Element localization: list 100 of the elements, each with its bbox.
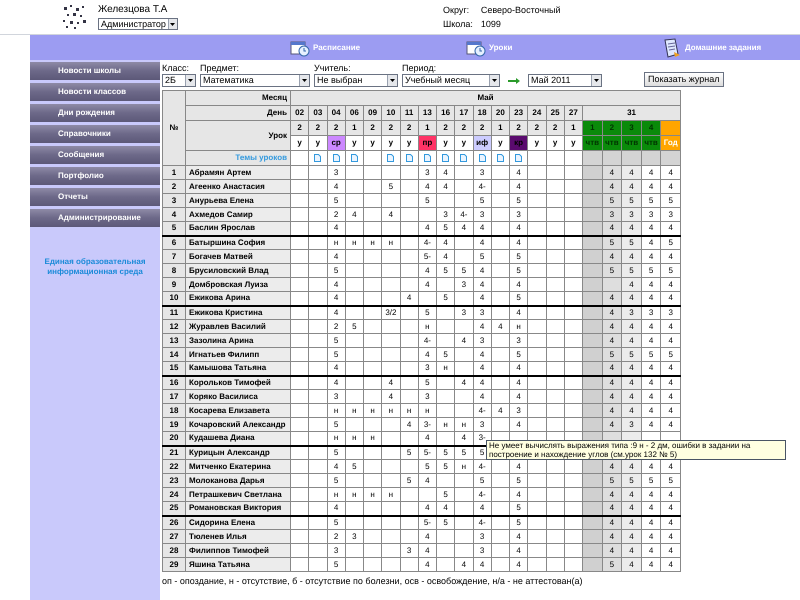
student-name: Кочаровский Александр (186, 418, 290, 432)
student-name: Корольков Тимофей (186, 376, 290, 390)
student-name: Камышова Татьяна (186, 362, 290, 376)
student-name: Петрашкевич Светлана (186, 488, 290, 502)
student-name: Ежикова Кристина (186, 306, 290, 320)
logo-icon (62, 4, 88, 30)
sidebar-item[interactable]: Новости классов (30, 83, 160, 101)
dropdown-arrow-icon (492, 79, 497, 82)
final-grade-cell: 4 (622, 516, 642, 530)
row-number: 19 (162, 418, 186, 432)
dropdown-arrow-icon (594, 79, 599, 82)
row-number: 12 (162, 320, 186, 334)
platform-caption: Единая образовательная информационная среда (43, 257, 146, 277)
document-icon[interactable] (478, 154, 486, 162)
user-name: Железцова Т.А (98, 4, 168, 16)
row-number: 15 (162, 362, 186, 376)
final-grade-cell: 4 (660, 376, 681, 390)
grade-cell: 5- (418, 446, 436, 460)
final-grade-cell: 5 (660, 236, 681, 250)
row-number: 8 (162, 264, 186, 278)
final-grade-cell: 4 (602, 516, 622, 530)
sidebar-item[interactable]: Новости школы (30, 62, 160, 80)
student-name: Курицын Александр (186, 446, 290, 460)
row-number: 17 (162, 390, 186, 404)
document-icon[interactable] (515, 154, 522, 162)
sidebar-item[interactable]: Дни рождения (30, 104, 160, 122)
row-number: 18 (162, 404, 186, 418)
document-icon[interactable] (350, 154, 358, 162)
filter-select[interactable]: Не выбран (314, 74, 398, 87)
grade-cell: 4 (327, 376, 346, 390)
student-name: Домбровская Луиза (186, 278, 290, 292)
grade-cell: н (382, 236, 400, 250)
final-grade-cell: 5 (622, 236, 642, 250)
calendar-icon (466, 38, 486, 56)
grade-cell: 4 (327, 306, 346, 320)
dropdown-arrow-icon (390, 79, 395, 82)
document-icon[interactable] (332, 154, 340, 162)
document-icon[interactable] (387, 154, 394, 162)
sidebar-item[interactable]: Портфолио (30, 167, 160, 185)
filter-select[interactable]: Учебный месяц (402, 74, 500, 87)
document-icon[interactable] (424, 154, 431, 162)
grade-cell: 3 (473, 306, 492, 320)
student-name: Ахмедов Самир (186, 208, 290, 222)
document-icon[interactable] (406, 154, 413, 162)
row-number: 20 (162, 432, 186, 446)
student-name: Журавлев Василий (186, 320, 290, 334)
final-grade-cell: 4 (641, 516, 661, 530)
grade-cell: 4 (510, 376, 528, 390)
filter-select[interactable]: Май 2011 (528, 74, 602, 87)
sidebar-item[interactable]: Отчеты (30, 188, 160, 206)
sidebar-item[interactable]: Справочники (30, 125, 160, 143)
student-name: Тюленев Илья (186, 530, 290, 544)
show-journal-button[interactable]: Показать журнал (644, 72, 724, 87)
grade-cell: 3/2 (382, 306, 400, 320)
final-grade-cell: 3 (641, 306, 661, 320)
final-grade-cell: 5 (602, 236, 622, 250)
filter-select[interactable]: Математика (200, 74, 310, 87)
month-header: Май (290, 90, 681, 106)
student-name: Коряко Василиса (186, 390, 290, 404)
student-name: Романовская Виктория (186, 502, 290, 516)
document-icon[interactable] (460, 154, 468, 162)
row-label: Урок (186, 120, 290, 150)
student-name: Зазолина Арина (186, 334, 290, 348)
row-number: 2 (162, 180, 186, 194)
document-icon[interactable] (496, 154, 504, 162)
final-grade-cell: 3 (660, 306, 681, 320)
legend-text: оп - опоздание, н - отсутствие, б - отсутствие по болезни, осв - освобождение, н/а - не аттестован(а) (162, 576, 584, 587)
grade-cell: 5 (327, 446, 346, 460)
row-number: 25 (162, 502, 186, 516)
document-icon[interactable] (314, 154, 322, 162)
row-number: 10 (162, 292, 186, 306)
grade-cell: н (327, 236, 346, 250)
student-name: Яшина Татьяна (186, 558, 290, 572)
grade-cell: 5 (418, 376, 436, 390)
row-number: 1 (162, 166, 186, 180)
row-number: 4 (162, 208, 186, 222)
sidebar-item[interactable]: Сообщения (30, 146, 160, 164)
student-name: Филиппов Тимофей (186, 544, 290, 558)
row-number: 16 (162, 376, 186, 390)
dropdown-arrow-icon (188, 79, 193, 82)
grade-cell: 5 (436, 516, 455, 530)
student-name: Брусиловский Влад (186, 264, 290, 278)
student-name: Косарева Елизавета (186, 404, 290, 418)
student-name: Ежикова Арина (186, 292, 290, 306)
sidebar-item[interactable]: Администрирование (30, 209, 160, 227)
document-icon[interactable] (442, 154, 450, 162)
arrow-right-icon (508, 78, 520, 84)
row-number: 3 (162, 194, 186, 208)
row-number: 6 (162, 236, 186, 250)
row-number: 24 (162, 488, 186, 502)
filter-select[interactable]: 2Б (162, 74, 196, 87)
final-grade-cell: 4 (641, 376, 661, 390)
filter-label: Период: (402, 63, 438, 73)
student-name: Кудашева Диана (186, 432, 290, 446)
final-grade-cell: 4 (622, 376, 642, 390)
grade-cell: 5- (418, 516, 436, 530)
role-select[interactable]: Администратор (98, 18, 178, 30)
student-name: Анурьева Елена (186, 194, 290, 208)
row-number: 7 (162, 250, 186, 264)
row-number: 28 (162, 544, 186, 558)
